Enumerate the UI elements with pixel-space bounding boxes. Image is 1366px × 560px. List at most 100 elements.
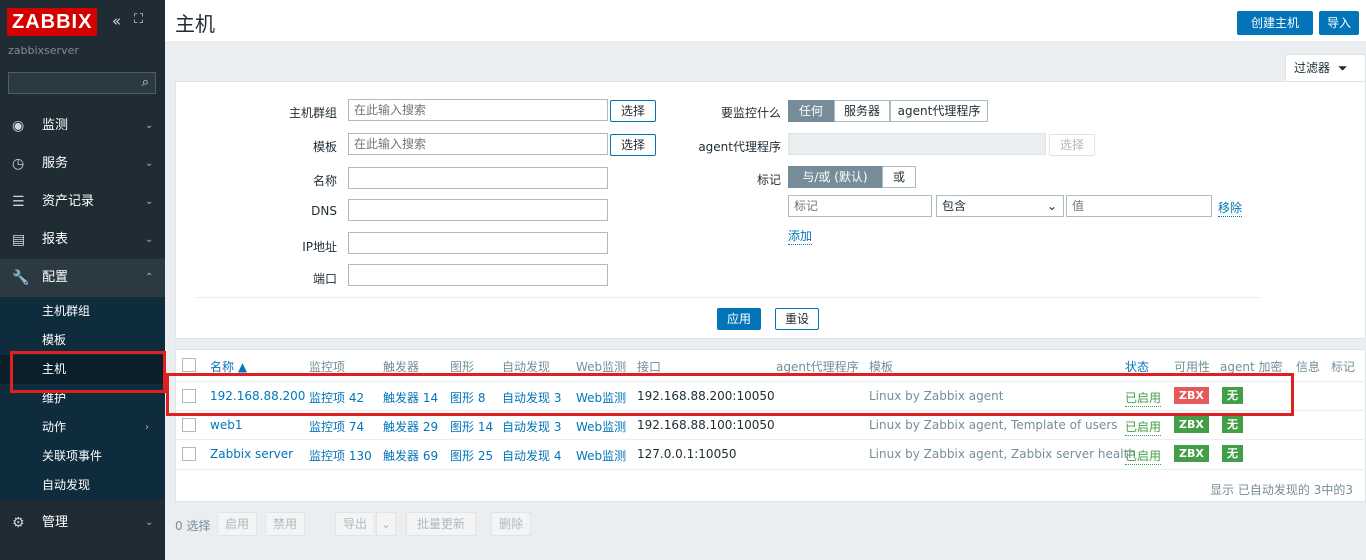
nav-inventory[interactable]: ☰ 资产记录 ⌄ [0, 183, 165, 221]
gear-icon: ⚙ [12, 515, 25, 531]
nav-reports[interactable]: ▤ 报表 ⌄ [0, 221, 165, 259]
ip-label: IP地址 [302, 240, 337, 254]
page-title: 主机 [175, 12, 215, 36]
sub-hosts[interactable]: 主机 [0, 355, 165, 384]
triggers-link[interactable]: 触发器 14 [383, 389, 438, 406]
chevron-down-icon: ⌄ [145, 158, 154, 169]
items-link[interactable]: 监控项 74 [309, 418, 364, 435]
templates-link[interactable]: Linux by Zabbix agent, Template of users [869, 418, 1117, 432]
th-name[interactable]: 名称 ▲ [210, 358, 247, 375]
proxy-input[interactable] [788, 133, 1046, 155]
template-select-button[interactable]: 选择 [610, 134, 656, 156]
delete-button[interactable]: 删除 [491, 512, 531, 536]
sub-discovery[interactable]: 自动发现 [0, 471, 165, 500]
port-input[interactable] [348, 264, 608, 286]
kiosk-mode-icon[interactable]: ⛶ [134, 12, 143, 27]
nav-configuration[interactable]: 🔧 配置 ⌃ [0, 259, 165, 297]
host-name-link[interactable]: web1 [210, 418, 242, 432]
create-host-button[interactable]: 创建主机 [1237, 11, 1313, 35]
graphs-link[interactable]: 图形 14 [450, 418, 493, 435]
chevron-down-icon: ⌄ [145, 120, 154, 131]
status-link[interactable]: 已启用 [1125, 389, 1162, 407]
triggers-link[interactable]: 触发器 69 [383, 447, 438, 464]
template-input[interactable] [348, 133, 608, 155]
interface: 192.168.88.100:10050 [637, 418, 775, 432]
web-link[interactable]: Web监测 [576, 447, 626, 464]
row-checkbox[interactable] [182, 418, 196, 432]
nav-services[interactable]: ◷ 服务 ⌄ [0, 145, 165, 183]
host-name-link[interactable]: Zabbix server [210, 447, 293, 461]
import-button[interactable]: 导入 [1319, 11, 1359, 35]
row-checkbox[interactable] [182, 447, 196, 461]
monitored-any-toggle[interactable]: 任何 [788, 100, 834, 122]
search-icon[interactable]: ⌕ [142, 75, 149, 90]
template-label: 模板 [312, 140, 337, 154]
discovery-link[interactable]: 自动发现 3 [502, 418, 561, 435]
web-link[interactable]: Web监测 [576, 389, 626, 406]
name-label: 名称 [312, 174, 337, 188]
tag-operator-select[interactable]: 包含 ⌄ [936, 195, 1064, 217]
sidebar-search-input[interactable] [9, 73, 129, 93]
tags-and-or-toggle[interactable]: 与/或 (默认) [788, 166, 882, 188]
dns-input[interactable] [348, 199, 608, 221]
sub-actions[interactable]: 动作 › [0, 413, 165, 442]
monitored-proxy-toggle[interactable]: agent代理程序 [890, 100, 988, 122]
tags-or-toggle[interactable]: 或 [882, 166, 916, 188]
web-link[interactable]: Web监测 [576, 418, 626, 435]
nav-monitoring[interactable]: ◉ 监测 ⌄ [0, 107, 165, 145]
remove-tag-link[interactable]: 移除 [1218, 199, 1243, 217]
host-group-select-button[interactable]: 选择 [610, 100, 656, 122]
items-link[interactable]: 监控项 130 [309, 447, 372, 464]
host-group-input[interactable] [348, 99, 608, 121]
nav-label: 配置 [42, 270, 69, 285]
items-link[interactable]: 监控项 42 [309, 389, 364, 406]
disable-button[interactable]: 禁用 [265, 512, 305, 536]
export-button[interactable]: 导出 [335, 512, 375, 536]
sub-templates[interactable]: 模板 [0, 326, 165, 355]
mass-update-button[interactable]: 批量更新 [406, 512, 476, 536]
chevron-right-icon: › [145, 422, 149, 433]
triggers-link[interactable]: 触发器 29 [383, 418, 438, 435]
sub-event-correlation[interactable]: 关联项事件 [0, 442, 165, 471]
hosts-table: 名称 ▲ 监控项 触发器 图形 自动发现 Web监测 接口 agent代理程序 … [175, 349, 1366, 502]
discovery-link[interactable]: 自动发现 4 [502, 447, 561, 464]
monitored-by-label: 要监控什么 [720, 106, 781, 120]
zabbix-logo[interactable]: ZABBIX [7, 8, 98, 36]
chart-icon: ▤ [12, 232, 26, 248]
ip-input[interactable] [348, 232, 608, 254]
sidebar-search[interactable]: ⌕ [8, 72, 156, 94]
discovery-link[interactable]: 自动发现 3 [502, 389, 561, 406]
graphs-link[interactable]: 图形 8 [450, 389, 485, 406]
add-tag-link[interactable]: 添加 [788, 227, 813, 245]
th-encryption: agent 加密 [1220, 360, 1283, 374]
templates-link[interactable]: Linux by Zabbix agent [869, 389, 1003, 403]
status-link[interactable]: 已启用 [1125, 447, 1162, 465]
tag-value-input[interactable] [1066, 195, 1212, 217]
sub-maintenance[interactable]: 维护 [0, 384, 165, 413]
filter-tab[interactable]: 过滤器 ⏷ [1285, 54, 1366, 81]
interface: 192.168.88.200:10050 [637, 389, 775, 403]
encryption-badge: 无 [1222, 445, 1243, 462]
th-status[interactable]: 状态 [1125, 358, 1149, 375]
name-input[interactable] [348, 167, 608, 189]
apply-button[interactable]: 应用 [717, 308, 761, 330]
select-all-checkbox[interactable] [182, 358, 196, 372]
tag-name-input[interactable] [788, 195, 932, 217]
proxy-select-button[interactable]: 选择 [1049, 134, 1095, 156]
nav-administration[interactable]: ⚙ 管理 ⌄ [0, 504, 165, 542]
clock-icon: ◷ [12, 156, 25, 172]
host-name-link[interactable]: 192.168.88.200 [210, 389, 305, 403]
sub-host-groups[interactable]: 主机群组 [0, 297, 165, 326]
export-chevron-icon[interactable]: ⌄ [376, 512, 396, 536]
row-checkbox[interactable] [182, 389, 196, 403]
status-link[interactable]: 已启用 [1125, 418, 1162, 436]
monitored-server-toggle[interactable]: 服务器 [834, 100, 890, 122]
availability-badge: ZBX [1174, 416, 1209, 433]
enable-button[interactable]: 启用 [217, 512, 257, 536]
chevron-up-icon: ⌃ [145, 272, 154, 283]
collapse-sidebar-icon[interactable]: « [112, 12, 121, 30]
graphs-link[interactable]: 图形 25 [450, 447, 493, 464]
templates-link[interactable]: Linux by Zabbix agent, Zabbix server hea… [869, 447, 1136, 461]
reset-button[interactable]: 重设 [775, 308, 819, 330]
th-info: 信息 [1296, 360, 1321, 374]
